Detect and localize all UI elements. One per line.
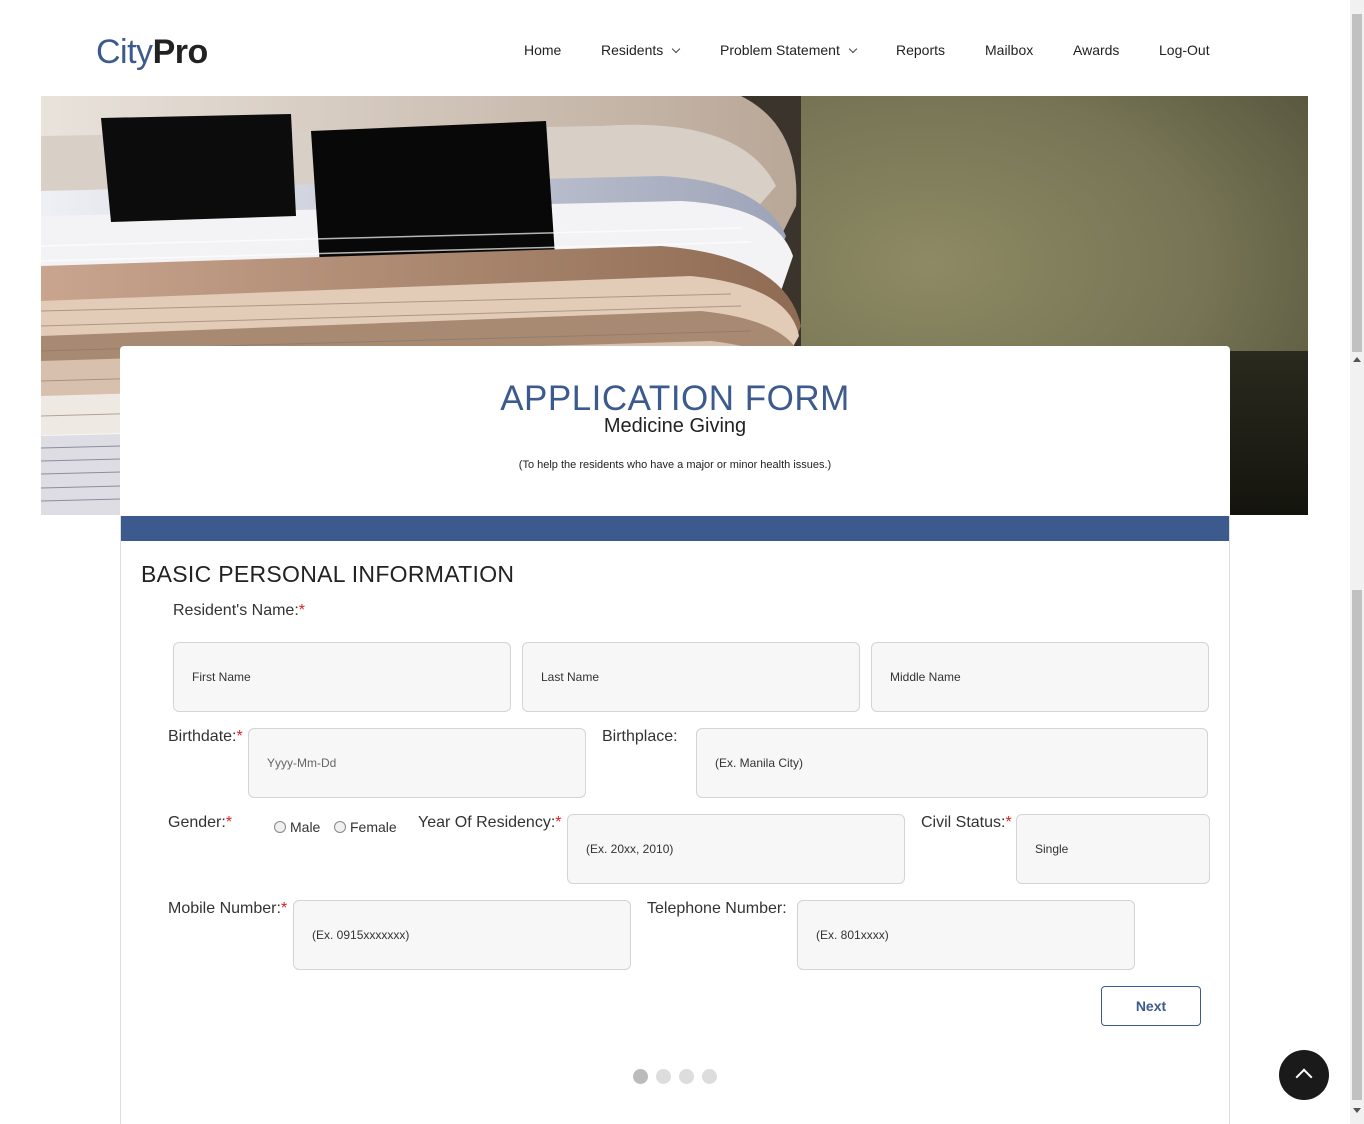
step-dot-2[interactable]: [656, 1069, 671, 1084]
radio-circle: [334, 821, 346, 833]
page-subtitle: Medicine Giving: [603, 415, 747, 437]
required-mark: *: [225, 814, 233, 831]
step-dot-3[interactable]: [679, 1069, 694, 1084]
gender-label-text: Gender:: [168, 814, 226, 831]
year-residency-label-text: Year Of Residency:: [418, 814, 556, 831]
nav-residents[interactable]: Residents: [601, 42, 681, 58]
gender-male-radio[interactable]: Male: [274, 819, 320, 835]
residents-name-label: Resident's Name:*: [173, 602, 305, 620]
gender-female-label: Female: [350, 819, 397, 835]
next-button[interactable]: Next: [1101, 986, 1201, 1026]
form-header-bar: [121, 516, 1229, 541]
birthplace-input[interactable]: (Ex. Manila City): [696, 728, 1208, 798]
required-mark: *: [298, 602, 306, 619]
required-mark: *: [280, 900, 288, 917]
chevron-down-icon: [672, 44, 681, 54]
nav-problem-statement-label: Problem Statement: [720, 42, 840, 58]
birthplace-label: Birthplace:: [602, 728, 678, 745]
mobile-input[interactable]: (Ex. 0915xxxxxxx): [293, 900, 631, 970]
scroll-top-button[interactable]: [1279, 1050, 1329, 1100]
required-mark: *: [555, 814, 562, 831]
scrollbar-thumb-upper[interactable]: [1352, 14, 1362, 352]
page-description: (To help the residents who have a major …: [518, 459, 832, 471]
last-name-input[interactable]: Last Name: [522, 642, 860, 712]
first-name-input[interactable]: First Name: [173, 642, 511, 712]
birthdate-input[interactable]: Yyyy-Mm-Dd: [248, 728, 586, 798]
scroll-up-arrow-icon[interactable]: [1353, 357, 1361, 362]
nav-logout[interactable]: Log-Out: [1159, 42, 1210, 58]
main-nav: Home Residents Problem Statement Reports…: [0, 42, 1350, 62]
birthdate-label-text: Birthdate:: [168, 728, 237, 745]
page-title: APPLICATION FORM: [500, 379, 850, 418]
scroll-down-arrow-icon[interactable]: [1353, 1108, 1361, 1113]
year-residency-label: Year Of Residency:*: [418, 814, 562, 832]
nav-reports[interactable]: Reports: [896, 42, 945, 58]
header: CityPro Home Residents Problem Statement…: [0, 0, 1350, 96]
mobile-label-text: Mobile Number:: [168, 900, 281, 917]
section-title: BASIC PERSONAL INFORMATION: [141, 561, 515, 587]
year-residency-input[interactable]: (Ex. 20xx, 2010): [567, 814, 905, 884]
gender-male-label: Male: [290, 819, 321, 835]
gender-female-radio[interactable]: Female: [334, 819, 397, 835]
scrollbar-thumb[interactable]: [1352, 590, 1362, 1100]
civil-status-label-text: Civil Status:: [921, 814, 1006, 831]
chevron-down-icon: [848, 44, 858, 54]
page-scrollbar[interactable]: [1350, 0, 1364, 1124]
residents-name-label-text: Resident's Name:: [173, 602, 299, 619]
gender-label: Gender:*: [168, 814, 232, 832]
civil-status-select[interactable]: Single: [1016, 814, 1210, 884]
nav-awards[interactable]: Awards: [1073, 42, 1119, 58]
form-card: BASIC PERSONAL INFORMATION Resident's Na…: [120, 516, 1230, 1124]
telephone-input[interactable]: (Ex. 801xxxx): [797, 900, 1135, 970]
chevron-up-icon: [1295, 1068, 1313, 1086]
nav-residents-label: Residents: [601, 42, 664, 58]
title-card: APPLICATION FORM Medicine Giving (To hel…: [120, 346, 1230, 516]
nav-mailbox[interactable]: Mailbox: [985, 42, 1033, 58]
step-dot-4[interactable]: [702, 1069, 717, 1084]
nav-problem-statement[interactable]: Problem Statement: [720, 42, 858, 58]
telephone-label: Telephone Number:: [647, 900, 787, 917]
required-mark: *: [1005, 814, 1012, 831]
mobile-label: Mobile Number:*: [168, 900, 287, 918]
middle-name-input[interactable]: Middle Name: [871, 642, 1209, 712]
birthdate-label: Birthdate:*: [168, 728, 243, 746]
required-mark: *: [236, 728, 243, 745]
radio-circle: [274, 821, 286, 833]
step-indicator: [633, 1069, 725, 1084]
nav-home[interactable]: Home: [524, 42, 561, 58]
civil-status-label: Civil Status:*: [921, 814, 1012, 832]
hero-shadow: [1218, 351, 1308, 515]
step-dot-1[interactable]: [633, 1069, 648, 1084]
